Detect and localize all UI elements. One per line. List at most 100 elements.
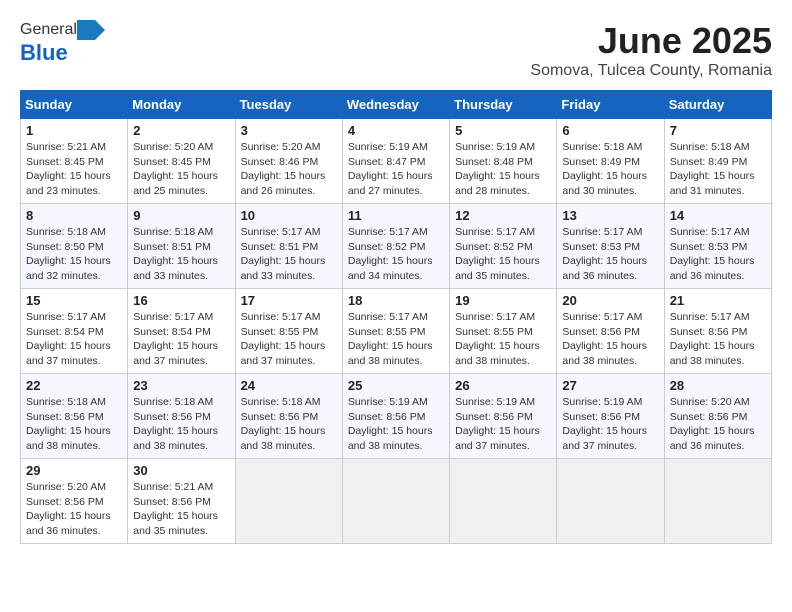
day-number: 24 [241,378,337,393]
calendar-cell: 19 Sunrise: 5:17 AM Sunset: 8:55 PM Dayl… [450,289,557,374]
day-number: 8 [26,208,122,223]
day-number: 30 [133,463,229,478]
calendar-title: June 2025 [530,20,772,62]
calendar-cell: 22 Sunrise: 5:18 AM Sunset: 8:56 PM Dayl… [21,374,128,459]
day-number: 13 [562,208,658,223]
day-info: Sunrise: 5:18 AM Sunset: 8:49 PM Dayligh… [562,140,658,199]
day-number: 22 [26,378,122,393]
logo: General Blue [20,20,105,66]
day-info: Sunrise: 5:20 AM Sunset: 8:46 PM Dayligh… [241,140,337,199]
page-container: General Blue June 2025 Somova, Tulcea Co… [20,20,772,544]
day-info: Sunrise: 5:18 AM Sunset: 8:56 PM Dayligh… [241,395,337,454]
day-number: 27 [562,378,658,393]
day-info: Sunrise: 5:17 AM Sunset: 8:55 PM Dayligh… [348,310,444,369]
calendar-cell: 29 Sunrise: 5:20 AM Sunset: 8:56 PM Dayl… [21,459,128,544]
day-info: Sunrise: 5:18 AM Sunset: 8:50 PM Dayligh… [26,225,122,284]
calendar-cell: 7 Sunrise: 5:18 AM Sunset: 8:49 PM Dayli… [664,119,771,204]
calendar-cell: 17 Sunrise: 5:17 AM Sunset: 8:55 PM Dayl… [235,289,342,374]
day-info: Sunrise: 5:21 AM Sunset: 8:45 PM Dayligh… [26,140,122,199]
day-number: 23 [133,378,229,393]
calendar-subtitle: Somova, Tulcea County, Romania [530,62,772,80]
week-row-2: 8 Sunrise: 5:18 AM Sunset: 8:50 PM Dayli… [21,204,772,289]
calendar-cell: 24 Sunrise: 5:18 AM Sunset: 8:56 PM Dayl… [235,374,342,459]
calendar-cell [342,459,449,544]
week-row-5: 29 Sunrise: 5:20 AM Sunset: 8:56 PM Dayl… [21,459,772,544]
calendar-cell: 20 Sunrise: 5:17 AM Sunset: 8:56 PM Dayl… [557,289,664,374]
week-row-1: 1 Sunrise: 5:21 AM Sunset: 8:45 PM Dayli… [21,119,772,204]
day-info: Sunrise: 5:20 AM Sunset: 8:45 PM Dayligh… [133,140,229,199]
day-info: Sunrise: 5:17 AM Sunset: 8:56 PM Dayligh… [562,310,658,369]
calendar-cell: 3 Sunrise: 5:20 AM Sunset: 8:46 PM Dayli… [235,119,342,204]
day-number: 5 [455,123,551,138]
day-number: 19 [455,293,551,308]
calendar-cell: 5 Sunrise: 5:19 AM Sunset: 8:48 PM Dayli… [450,119,557,204]
calendar-cell: 6 Sunrise: 5:18 AM Sunset: 8:49 PM Dayli… [557,119,664,204]
calendar-cell: 16 Sunrise: 5:17 AM Sunset: 8:54 PM Dayl… [128,289,235,374]
day-number: 25 [348,378,444,393]
day-number: 12 [455,208,551,223]
calendar-cell: 8 Sunrise: 5:18 AM Sunset: 8:50 PM Dayli… [21,204,128,289]
day-number: 29 [26,463,122,478]
day-info: Sunrise: 5:21 AM Sunset: 8:56 PM Dayligh… [133,480,229,539]
calendar-cell: 4 Sunrise: 5:19 AM Sunset: 8:47 PM Dayli… [342,119,449,204]
logo-general-text: General [20,21,77,39]
column-header-saturday: Saturday [664,91,771,119]
column-header-friday: Friday [557,91,664,119]
day-number: 20 [562,293,658,308]
day-info: Sunrise: 5:19 AM Sunset: 8:56 PM Dayligh… [348,395,444,454]
calendar-cell [557,459,664,544]
calendar-cell: 9 Sunrise: 5:18 AM Sunset: 8:51 PM Dayli… [128,204,235,289]
day-number: 7 [670,123,766,138]
column-header-monday: Monday [128,91,235,119]
week-row-4: 22 Sunrise: 5:18 AM Sunset: 8:56 PM Dayl… [21,374,772,459]
calendar-cell: 13 Sunrise: 5:17 AM Sunset: 8:53 PM Dayl… [557,204,664,289]
day-number: 26 [455,378,551,393]
calendar-cell: 18 Sunrise: 5:17 AM Sunset: 8:55 PM Dayl… [342,289,449,374]
calendar-header-row: SundayMondayTuesdayWednesdayThursdayFrid… [21,91,772,119]
day-number: 10 [241,208,337,223]
calendar-cell: 28 Sunrise: 5:20 AM Sunset: 8:56 PM Dayl… [664,374,771,459]
day-number: 11 [348,208,444,223]
day-info: Sunrise: 5:17 AM Sunset: 8:53 PM Dayligh… [670,225,766,284]
day-info: Sunrise: 5:19 AM Sunset: 8:56 PM Dayligh… [562,395,658,454]
calendar-cell: 26 Sunrise: 5:19 AM Sunset: 8:56 PM Dayl… [450,374,557,459]
calendar-cell: 11 Sunrise: 5:17 AM Sunset: 8:52 PM Dayl… [342,204,449,289]
day-number: 4 [348,123,444,138]
calendar-cell [664,459,771,544]
calendar-cell: 30 Sunrise: 5:21 AM Sunset: 8:56 PM Dayl… [128,459,235,544]
day-number: 6 [562,123,658,138]
calendar-cell: 1 Sunrise: 5:21 AM Sunset: 8:45 PM Dayli… [21,119,128,204]
column-header-wednesday: Wednesday [342,91,449,119]
day-info: Sunrise: 5:17 AM Sunset: 8:53 PM Dayligh… [562,225,658,284]
day-number: 18 [348,293,444,308]
day-info: Sunrise: 5:18 AM Sunset: 8:51 PM Dayligh… [133,225,229,284]
calendar-cell: 15 Sunrise: 5:17 AM Sunset: 8:54 PM Dayl… [21,289,128,374]
day-number: 15 [26,293,122,308]
day-number: 17 [241,293,337,308]
day-info: Sunrise: 5:17 AM Sunset: 8:54 PM Dayligh… [26,310,122,369]
calendar-cell: 12 Sunrise: 5:17 AM Sunset: 8:52 PM Dayl… [450,204,557,289]
calendar-cell [235,459,342,544]
calendar-cell [450,459,557,544]
day-info: Sunrise: 5:17 AM Sunset: 8:52 PM Dayligh… [348,225,444,284]
column-header-tuesday: Tuesday [235,91,342,119]
day-number: 2 [133,123,229,138]
day-info: Sunrise: 5:17 AM Sunset: 8:51 PM Dayligh… [241,225,337,284]
week-row-3: 15 Sunrise: 5:17 AM Sunset: 8:54 PM Dayl… [21,289,772,374]
day-info: Sunrise: 5:17 AM Sunset: 8:52 PM Dayligh… [455,225,551,284]
calendar-cell: 27 Sunrise: 5:19 AM Sunset: 8:56 PM Dayl… [557,374,664,459]
day-info: Sunrise: 5:18 AM Sunset: 8:56 PM Dayligh… [26,395,122,454]
day-info: Sunrise: 5:18 AM Sunset: 8:49 PM Dayligh… [670,140,766,199]
calendar-table: SundayMondayTuesdayWednesdayThursdayFrid… [20,90,772,544]
day-info: Sunrise: 5:17 AM Sunset: 8:54 PM Dayligh… [133,310,229,369]
column-header-sunday: Sunday [21,91,128,119]
day-number: 9 [133,208,229,223]
day-number: 14 [670,208,766,223]
logo-blue-text: Blue [20,40,68,65]
day-info: Sunrise: 5:20 AM Sunset: 8:56 PM Dayligh… [26,480,122,539]
day-number: 16 [133,293,229,308]
logo-icon [77,20,105,40]
day-number: 3 [241,123,337,138]
calendar-cell: 10 Sunrise: 5:17 AM Sunset: 8:51 PM Dayl… [235,204,342,289]
day-info: Sunrise: 5:17 AM Sunset: 8:55 PM Dayligh… [241,310,337,369]
